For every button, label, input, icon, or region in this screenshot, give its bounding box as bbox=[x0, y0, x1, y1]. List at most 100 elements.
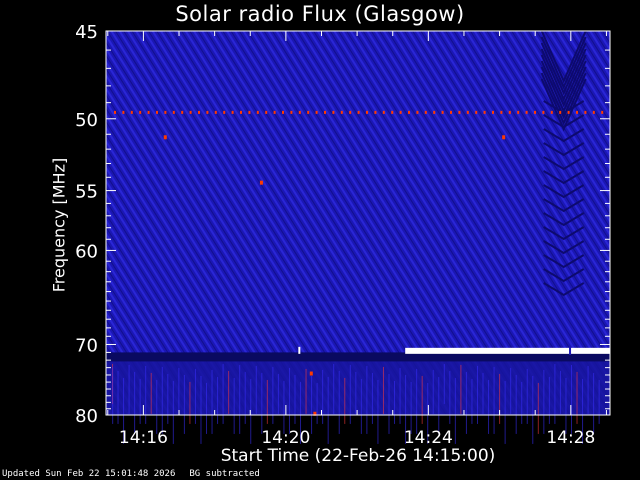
noise-streak bbox=[139, 378, 141, 424]
lower-band bbox=[106, 354, 610, 415]
interference-dot bbox=[366, 110, 368, 114]
interference-dot bbox=[273, 110, 276, 114]
noise-streak bbox=[322, 369, 324, 424]
interference-dot bbox=[441, 110, 444, 114]
interference-dot bbox=[315, 110, 318, 114]
interference-dot bbox=[408, 110, 410, 114]
noise-streak bbox=[189, 381, 191, 424]
burst-mark bbox=[298, 346, 301, 354]
noise-streak bbox=[344, 377, 346, 424]
interference-dot bbox=[172, 110, 175, 114]
interference-dot bbox=[500, 110, 503, 114]
interference-dot bbox=[114, 110, 116, 114]
y-tick-label: 50 bbox=[75, 110, 98, 131]
noise-streak bbox=[217, 376, 219, 424]
noise-streak bbox=[488, 379, 490, 434]
noise-streak bbox=[283, 380, 285, 434]
noise-streak bbox=[172, 380, 174, 444]
noise-streak bbox=[510, 367, 512, 414]
noise-streak bbox=[200, 375, 202, 444]
footer: Updated Sun Feb 22 15:01:48 2026 BG subtr… bbox=[2, 469, 274, 479]
interference-dot bbox=[122, 110, 125, 114]
x-tick-label: 14:20 bbox=[261, 428, 310, 448]
interference-dot bbox=[156, 110, 158, 114]
noise-streak bbox=[587, 365, 589, 414]
noise-streak bbox=[465, 371, 467, 434]
interference-dot bbox=[559, 110, 562, 114]
interference-dot bbox=[424, 110, 427, 114]
emission-spot bbox=[502, 135, 506, 140]
interference-dot bbox=[576, 110, 578, 114]
noise-streak bbox=[239, 364, 241, 434]
noise-streak bbox=[532, 375, 534, 444]
interference-dot bbox=[525, 110, 528, 114]
noise-streak bbox=[537, 382, 539, 434]
interference-dot bbox=[298, 110, 301, 114]
noise-streak bbox=[134, 371, 136, 434]
interference-dot bbox=[198, 110, 200, 114]
interference-dot bbox=[357, 110, 360, 114]
interference-dot bbox=[517, 110, 520, 114]
y-tick-label: 70 bbox=[75, 335, 98, 356]
interference-dot bbox=[282, 110, 284, 114]
interference-dot bbox=[231, 110, 234, 114]
noise-streak bbox=[526, 368, 528, 424]
interference-dot bbox=[592, 110, 595, 114]
y-tick-label: 80 bbox=[75, 406, 98, 427]
interference-dot bbox=[324, 110, 326, 114]
interference-dot bbox=[332, 110, 335, 114]
noise-streak bbox=[128, 364, 130, 414]
noise-streak bbox=[432, 369, 434, 414]
interference-dot bbox=[349, 110, 352, 114]
noise-streak bbox=[493, 366, 495, 434]
noise-streak bbox=[333, 363, 335, 414]
updated-timestamp: Updated Sun Feb 22 15:01:48 2026 bbox=[2, 469, 176, 479]
interference-dot bbox=[601, 110, 604, 114]
noise-streak bbox=[117, 370, 119, 424]
noise-streak bbox=[360, 378, 362, 434]
interference-dot bbox=[256, 110, 259, 114]
noise-streak bbox=[244, 371, 246, 424]
noise-streak bbox=[515, 374, 517, 434]
noise-streak bbox=[211, 369, 213, 434]
noise-streak bbox=[311, 375, 313, 434]
emission-spot bbox=[259, 180, 263, 185]
noise-streak bbox=[371, 372, 373, 424]
noise-streak bbox=[327, 376, 329, 444]
noise-streak bbox=[338, 370, 340, 434]
noise-streak bbox=[421, 375, 423, 424]
noise-streak bbox=[167, 373, 169, 424]
interference-dot bbox=[567, 110, 570, 114]
interference-dot bbox=[391, 110, 394, 114]
noise-streak bbox=[316, 382, 318, 424]
noise-streak bbox=[454, 377, 456, 444]
interference-dot bbox=[458, 110, 461, 114]
noise-streak bbox=[410, 381, 412, 434]
noise-streak bbox=[593, 372, 595, 434]
noise-streak bbox=[355, 371, 357, 414]
noise-streak bbox=[261, 372, 263, 434]
noise-streak bbox=[438, 376, 440, 434]
noise-streak bbox=[388, 373, 390, 434]
interference-dot bbox=[450, 110, 452, 114]
bg-subtracted-note: BG subtracted bbox=[189, 469, 260, 479]
interference-dot bbox=[492, 110, 494, 114]
spectrogram-chart: 455055607080 14:16 14:20 14:24 14:28 bbox=[75, 22, 611, 448]
noise-streak bbox=[394, 380, 396, 424]
noise-streak bbox=[548, 376, 550, 424]
noise-streak bbox=[471, 378, 473, 424]
interference-dot bbox=[223, 110, 226, 114]
interference-dot bbox=[466, 110, 469, 114]
noise-streak bbox=[399, 367, 401, 424]
noise-streak bbox=[377, 379, 379, 444]
noise-streak bbox=[288, 367, 290, 434]
interference-dot bbox=[483, 110, 486, 114]
noise-streak bbox=[443, 363, 445, 404]
x-axis-label: Start Time (22-Feb-26 14:15:00) bbox=[220, 446, 496, 466]
saturation-gap bbox=[569, 346, 572, 355]
noise-streak bbox=[305, 368, 307, 414]
emission-spot bbox=[309, 371, 313, 376]
noise-streak bbox=[460, 364, 462, 414]
noise-streak bbox=[499, 373, 501, 424]
interference-dot bbox=[550, 110, 553, 114]
